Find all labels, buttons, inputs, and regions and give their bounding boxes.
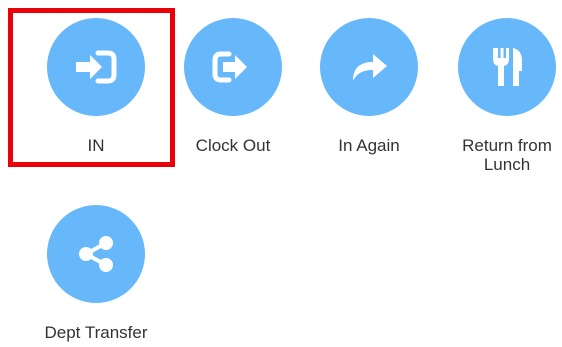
return-from-lunch-label: Return from Lunch (462, 136, 552, 174)
share-arrow-icon (353, 54, 387, 81)
return-from-lunch-button[interactable]: Return from Lunch (442, 18, 562, 174)
clock-out-circle[interactable] (184, 18, 282, 116)
in-label: IN (87, 136, 105, 155)
return-from-lunch-circle[interactable] (458, 18, 556, 116)
sign-out-icon (212, 51, 247, 83)
in-button[interactable]: IN (31, 18, 161, 155)
clock-out-label: Clock Out (195, 136, 271, 155)
dept-transfer-button[interactable]: Dept Transfer (31, 205, 161, 342)
sign-in-icon (76, 50, 117, 84)
in-again-circle[interactable] (320, 18, 418, 116)
in-again-label: In Again (338, 136, 400, 155)
in-circle[interactable] (47, 18, 145, 116)
dept-transfer-circle[interactable] (47, 205, 145, 303)
share-nodes-icon (79, 236, 113, 272)
in-again-button[interactable]: In Again (304, 18, 434, 155)
clock-out-button[interactable]: Clock Out (168, 18, 298, 155)
utensils-icon (493, 48, 522, 86)
dept-transfer-label: Dept Transfer (44, 323, 148, 342)
